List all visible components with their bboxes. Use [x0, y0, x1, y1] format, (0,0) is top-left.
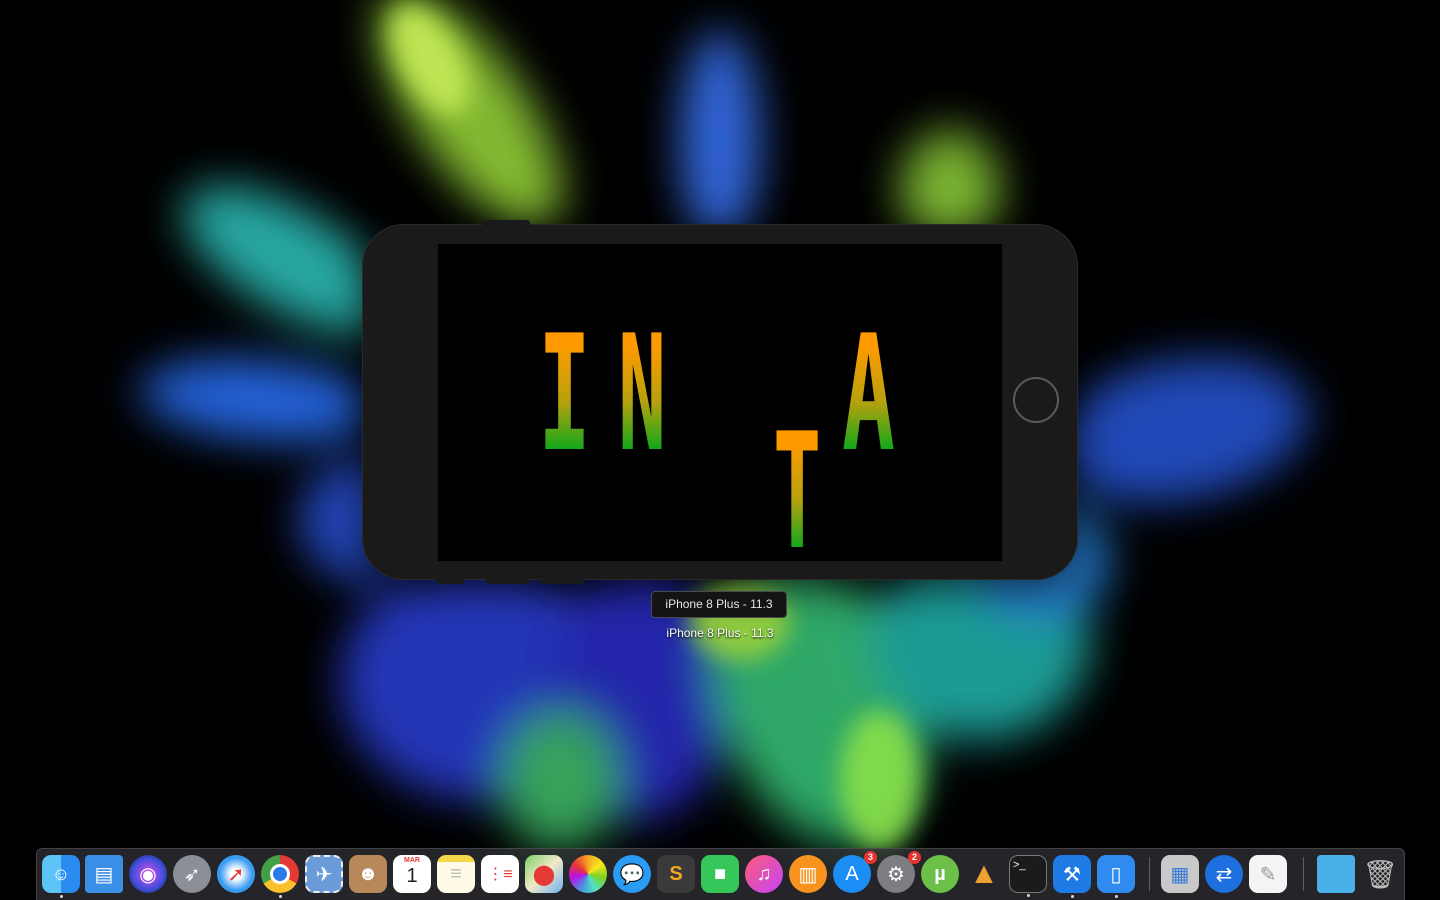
running-indicator: [278, 895, 282, 898]
volume-button: [482, 220, 530, 226]
facetime-icon[interactable]: ■: [701, 855, 739, 893]
preview-icon[interactable]: ▦: [1161, 855, 1199, 893]
siri-icon[interactable]: ◉: [129, 855, 167, 893]
simulator-screen[interactable]: I N T A: [438, 244, 1002, 561]
sublime-icon[interactable]: S: [657, 855, 695, 893]
photos-icon[interactable]: [569, 855, 607, 893]
notification-badge: 2: [908, 851, 921, 864]
mail-stamp-icon[interactable]: ✈: [305, 855, 343, 893]
instruments-icon[interactable]: ▲: [965, 855, 1003, 893]
messages-icon[interactable]: 💬: [613, 855, 651, 893]
dock-separator: [1303, 857, 1304, 891]
utorrent-icon[interactable]: µ: [921, 855, 959, 893]
home-button[interactable]: [1013, 377, 1059, 423]
calendar-month: MAR: [404, 857, 420, 864]
launchpad-icon[interactable]: ➶: [173, 855, 211, 893]
terminal-icon[interactable]: >_: [1009, 855, 1047, 897]
device-caption: iPhone 8 Plus - 11.3: [666, 626, 774, 640]
volume-down-button: [486, 578, 530, 584]
chrome-icon[interactable]: [261, 855, 299, 898]
running-indicator: [1070, 895, 1074, 898]
trash-icon[interactable]: 🗑: [1361, 855, 1399, 893]
simulator-icon[interactable]: ▯: [1097, 855, 1135, 898]
device-tooltip: iPhone 8 Plus - 11.3: [651, 591, 787, 618]
textedit-icon[interactable]: ✎: [1249, 855, 1287, 893]
calendar-day: 1: [406, 865, 418, 887]
maps-icon[interactable]: ⬤: [525, 855, 563, 893]
screen-glyph-i: I: [538, 300, 591, 487]
screen-glyph-a: A: [842, 300, 895, 487]
running-indicator: [1114, 895, 1118, 898]
running-indicator: [59, 895, 63, 898]
ibooks-icon[interactable]: ▥: [789, 855, 827, 893]
screen-glyph-n: N: [618, 300, 667, 487]
screen-glyph-t: T: [773, 412, 821, 562]
dock: ☺ ▤ ◉ ➶ ➚ ✈ ☻ MAR 1 ≡ ⋮≡ ⬤ 💬 S ■ ♫ ▥ A 3…: [36, 848, 1405, 900]
calendar-icon[interactable]: MAR 1: [393, 855, 431, 893]
itunes-icon[interactable]: ♫: [745, 855, 783, 893]
contacts-icon[interactable]: ☻: [349, 855, 387, 893]
notification-badge: 3: [864, 851, 877, 864]
xcode-icon[interactable]: ⚒: [1053, 855, 1091, 898]
app-store-icon[interactable]: A 3: [833, 851, 877, 893]
safari-icon[interactable]: ➚: [217, 855, 255, 893]
files-icon[interactable]: ▤: [85, 855, 123, 893]
reminders-icon[interactable]: ⋮≡: [481, 855, 519, 893]
system-preferences-icon[interactable]: ⚙ 2: [877, 851, 921, 893]
running-indicator: [1026, 894, 1030, 897]
finder-icon[interactable]: ☺: [42, 855, 80, 898]
teamviewer-icon[interactable]: ⇄: [1205, 855, 1243, 893]
volume-up-button: [540, 578, 584, 584]
folder-icon[interactable]: [1317, 855, 1355, 893]
iphone-simulator-window[interactable]: I N T A: [362, 220, 1078, 584]
silent-switch: [436, 578, 464, 584]
dock-separator: [1149, 857, 1150, 891]
notes-icon[interactable]: ≡: [437, 855, 475, 893]
